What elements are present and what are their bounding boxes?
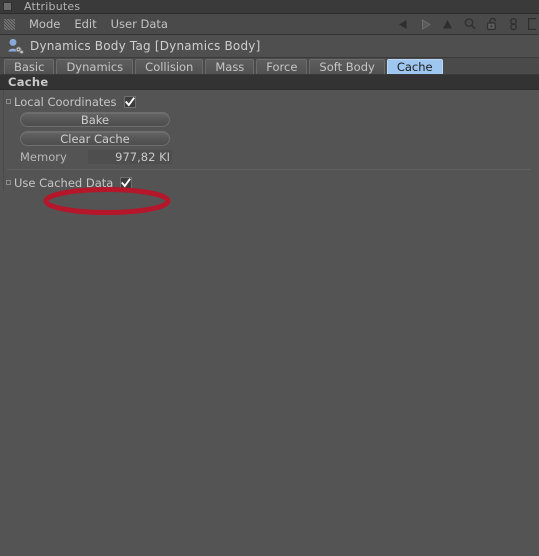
object-header: Dynamics Body Tag [Dynamics Body]	[0, 35, 539, 58]
memory-label: Memory	[20, 149, 67, 164]
tab-collision[interactable]: Collision	[135, 59, 204, 74]
tab-bar: Basic Dynamics Collision Mass Force Soft…	[0, 58, 539, 75]
unlock-icon[interactable]	[486, 17, 499, 31]
attributes-content: Cache Local Coordinates Bake Clear Cache…	[0, 75, 539, 556]
forward-arrow-icon[interactable]	[419, 18, 432, 31]
checkmark-icon[interactable]	[120, 176, 133, 189]
tab-force[interactable]: Force	[256, 59, 308, 74]
tree-bullet-icon[interactable]	[6, 180, 11, 185]
local-coordinates-row[interactable]: Local Coordinates	[0, 93, 539, 110]
tree-bullet-icon[interactable]	[6, 99, 11, 104]
toolbar-icons	[397, 17, 537, 31]
drag-grip-icon[interactable]	[4, 18, 15, 30]
tab-soft-body[interactable]: Soft Body	[309, 59, 385, 74]
use-cached-data-row[interactable]: Use Cached Data	[0, 174, 539, 191]
tab-basic[interactable]: Basic	[4, 59, 55, 74]
panel-icon[interactable]	[528, 17, 536, 31]
search-icon[interactable]	[463, 17, 477, 31]
menu-item-mode[interactable]: Mode	[22, 15, 67, 33]
window-square-icon[interactable]	[3, 2, 12, 11]
cache-group-body: Local Coordinates Bake Clear Cache Memor…	[0, 90, 539, 191]
dynamics-body-tag-icon	[8, 38, 24, 55]
object-title: Dynamics Body Tag [Dynamics Body]	[30, 39, 261, 53]
window-titlebar: Attributes	[0, 0, 539, 14]
back-arrow-icon[interactable]	[397, 18, 410, 31]
menu-bar: Mode Edit User Data	[0, 14, 539, 35]
tab-dynamics[interactable]: Dynamics	[56, 59, 134, 74]
tab-mass[interactable]: Mass	[205, 59, 255, 74]
cache-group-header[interactable]: Cache	[0, 75, 539, 90]
cross-link-icon[interactable]	[508, 17, 519, 31]
menu-item-edit[interactable]: Edit	[67, 15, 103, 33]
bake-button[interactable]: Bake	[20, 112, 170, 127]
clear-cache-button-row: Clear Cache	[0, 129, 539, 148]
menu-item-user-data[interactable]: User Data	[104, 15, 175, 33]
checkmark-icon[interactable]	[123, 95, 136, 108]
memory-row: Memory 977,82 KI	[0, 148, 539, 165]
section-divider	[7, 169, 531, 170]
bake-button-row: Bake	[0, 110, 539, 129]
clear-cache-button[interactable]: Clear Cache	[20, 131, 170, 146]
use-cached-data-label: Use Cached Data	[14, 175, 114, 190]
tree-guide-line	[3, 90, 4, 191]
tab-cache[interactable]: Cache	[386, 59, 443, 74]
up-arrow-icon[interactable]	[441, 18, 454, 31]
window-title: Attributes	[24, 0, 81, 13]
memory-value: 977,82 KI	[88, 149, 172, 164]
local-coordinates-label: Local Coordinates	[14, 94, 117, 109]
